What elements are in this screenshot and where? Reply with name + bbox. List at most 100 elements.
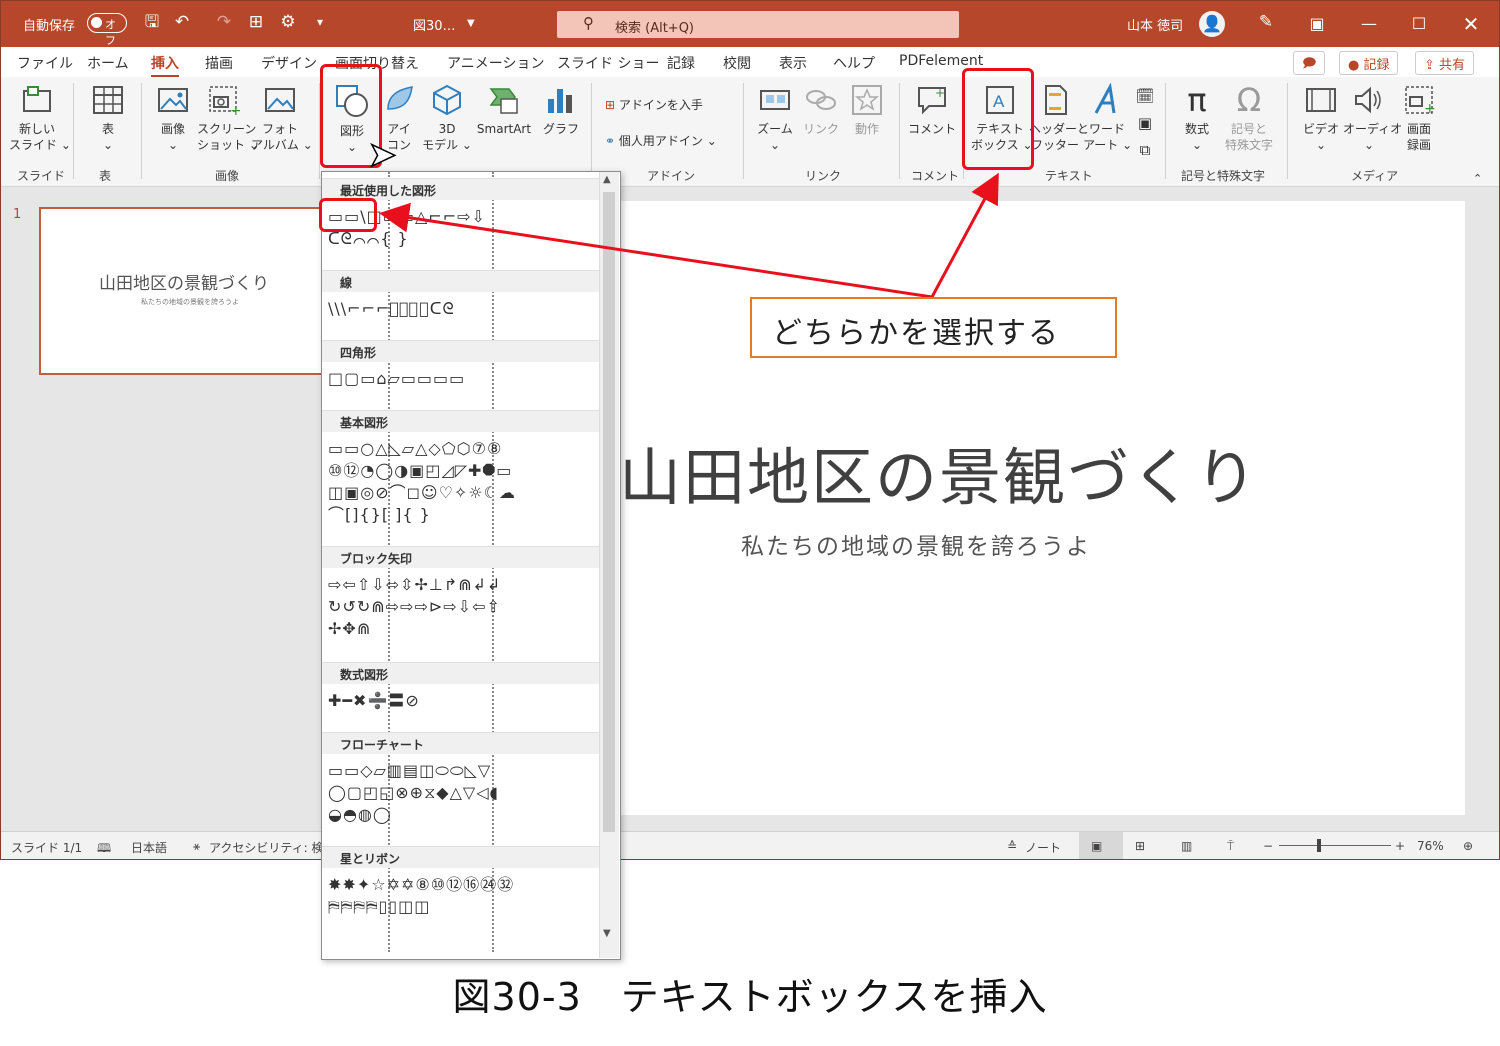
tab-record[interactable]: 記録 bbox=[667, 53, 695, 73]
group-divider bbox=[743, 83, 744, 179]
scroll-down-icon[interactable]: ▼ bbox=[603, 928, 611, 939]
slide-canvas[interactable]: 山田地区の景観づくり 私たちの地域の景観を誇ろうよ bbox=[607, 201, 1465, 815]
tab-draw[interactable]: 描画 bbox=[205, 53, 233, 73]
screenshot-button[interactable]: + スクリーン ショット ⌄ bbox=[197, 83, 259, 153]
present-icon[interactable]: ⊞ bbox=[245, 11, 267, 33]
slide-sorter-icon[interactable]: ⊞ bbox=[1135, 839, 1145, 853]
redo-icon[interactable]: ↷ bbox=[213, 11, 235, 33]
spellcheck-icon[interactable]: 🕮 bbox=[97, 839, 111, 859]
slide-number-icon[interactable]: ▣ bbox=[1135, 110, 1155, 137]
smartart-icon bbox=[489, 88, 518, 114]
pen-icon[interactable]: ✎ bbox=[1255, 11, 1277, 33]
pi-icon: π bbox=[1187, 81, 1207, 119]
shape-row[interactable]: ✸✸✦☆✡✡⑧⑩⑫⑯㉔㉜ bbox=[328, 874, 514, 896]
tab-help[interactable]: ヘルプ bbox=[833, 53, 875, 73]
minimize-icon[interactable]: — bbox=[1349, 9, 1389, 39]
undo-icon[interactable]: ↶ bbox=[171, 11, 193, 33]
tab-review[interactable]: 校閲 bbox=[723, 53, 751, 73]
zoom-button[interactable]: ズーム ⌄ bbox=[753, 83, 797, 153]
slideshow-icon[interactable]: ⍑ bbox=[1227, 839, 1234, 854]
get-addins-button[interactable]: ⊞ アドインを入手 bbox=[605, 97, 703, 113]
zoom-slider-thumb[interactable] bbox=[1317, 839, 1321, 852]
shape-row[interactable]: ▭▭○△◺▱△◇⬠⬡⑦⑧ bbox=[328, 438, 502, 460]
zoom-in-icon[interactable]: + bbox=[1395, 839, 1405, 853]
shape-row[interactable]: ✚━✖➗〓⊘ bbox=[328, 690, 420, 712]
zoom-level[interactable]: 76% bbox=[1417, 839, 1444, 853]
tab-view[interactable]: 表示 bbox=[779, 53, 807, 73]
shape-row[interactable]: ⑩⑫◔◯◑▣◰◿◸✚⯃▭ bbox=[328, 460, 512, 482]
shape-row[interactable]: ▭▭◇▱▥▤◫⬭⬭◺▽ bbox=[328, 760, 491, 782]
scroll-up-icon[interactable]: ▲ bbox=[603, 174, 611, 185]
comment-button[interactable]: + コメント bbox=[907, 83, 957, 137]
shape-row[interactable]: ◫▣◎⊘⌒◻☺♡✧☼☾☁ bbox=[328, 482, 516, 504]
autosave-toggle[interactable]: オフ bbox=[87, 13, 127, 47]
audio-button[interactable]: オーディオ ⌄ bbox=[1343, 83, 1402, 153]
qat-more-icon[interactable]: ▾ bbox=[309, 11, 331, 33]
zoom-out-icon[interactable]: − bbox=[1263, 839, 1273, 853]
shape-row[interactable]: □▢▭⌂▱▭▭▭▭ bbox=[328, 368, 465, 390]
collapse-ribbon-icon[interactable]: ⌃ bbox=[1473, 171, 1482, 187]
share-button[interactable]: ⇪ 共有 bbox=[1415, 51, 1475, 75]
fit-slide-icon[interactable]: ⊕ bbox=[1463, 839, 1473, 853]
tab-pdfelement[interactable]: PDFelement bbox=[899, 53, 983, 69]
user-name[interactable]: 山本 徳司 bbox=[1127, 15, 1183, 34]
language[interactable]: 日本語 bbox=[131, 839, 167, 856]
slide-thumbnail[interactable]: 山田地区の景観づくり 私たちの地域の景観を誇ろうよ bbox=[39, 207, 339, 375]
shape-row[interactable]: ⇨⇦⇧⇩⬄⇳✢⊥↱⋒↲↲ bbox=[328, 574, 501, 596]
shape-row[interactable]: ↻↺↻⋒⇨⇨⇨⊳⇨⇩⇦⇧ bbox=[328, 596, 501, 618]
zoom-slider[interactable] bbox=[1279, 845, 1391, 846]
screen-record-button[interactable]: + 画面 録画 bbox=[1397, 83, 1441, 153]
tab-home[interactable]: ホーム bbox=[87, 53, 129, 73]
filename-dropdown-icon[interactable]: ▼ bbox=[467, 18, 475, 29]
save-icon[interactable]: 🖫 bbox=[141, 11, 163, 33]
smartart-button[interactable]: SmartArt bbox=[473, 83, 535, 137]
tab-file[interactable]: ファイル bbox=[17, 53, 73, 73]
vertical-scrollbar[interactable] bbox=[1471, 201, 1491, 815]
ribbon-display-icon[interactable]: ▣ bbox=[1297, 9, 1337, 39]
object-icon[interactable]: ⧉ bbox=[1135, 137, 1155, 164]
tab-slideshow[interactable]: スライド ショー bbox=[557, 53, 659, 73]
header-footer-icon bbox=[1045, 85, 1067, 115]
video-button[interactable]: ビデオ ⌄ bbox=[1299, 83, 1343, 153]
chart-button[interactable]: グラフ bbox=[541, 83, 581, 137]
accessibility-status[interactable]: アクセシビリティ: 検討 bbox=[209, 839, 336, 856]
my-addins-button[interactable]: ⚭ 個人用アドイン ⌄ bbox=[605, 133, 717, 149]
file-name[interactable]: 図30… bbox=[413, 15, 456, 34]
notes-button[interactable]: ノート bbox=[1025, 839, 1061, 856]
search-box[interactable]: ⚲ 検索 (Alt+Q) bbox=[557, 11, 959, 38]
header-footer-button[interactable]: ヘッダーと フッター bbox=[1029, 83, 1089, 153]
slide-subtitle[interactable]: 私たちの地域の景観を誇ろうよ bbox=[741, 527, 1091, 561]
group-links: リンク bbox=[805, 169, 842, 183]
record-button[interactable]: ● 記録 bbox=[1339, 51, 1399, 75]
wordart-button[interactable]: ワード アート ⌄ bbox=[1083, 83, 1132, 153]
action-button[interactable]: 動作 bbox=[847, 83, 887, 137]
slide-title[interactable]: 山田地区の景観づくり bbox=[619, 427, 1259, 517]
tab-animations[interactable]: アニメーション bbox=[447, 53, 544, 73]
customize-icon[interactable]: ⚙ bbox=[277, 11, 299, 33]
close-icon[interactable]: ✕ bbox=[1451, 9, 1491, 39]
shape-row[interactable]: ◒◓◍◯ bbox=[328, 804, 392, 826]
comments-button[interactable]: 🗩 bbox=[1293, 51, 1326, 75]
equation-button[interactable]: π 数式 ⌄ bbox=[1175, 83, 1219, 153]
gallery-scrollbar-thumb[interactable] bbox=[603, 192, 615, 832]
tab-design[interactable]: デザイン bbox=[261, 53, 317, 73]
photo-album-button[interactable]: フォト アルバム ⌄ bbox=[251, 83, 313, 153]
reading-view-icon[interactable]: ▥ bbox=[1181, 839, 1192, 853]
text-more-buttons[interactable]: 🗓 ▣ ⧉ bbox=[1135, 83, 1155, 164]
link-button[interactable]: リンク bbox=[801, 83, 841, 137]
shape-row[interactable]: ✢✥⋒ bbox=[328, 618, 371, 640]
tab-insert[interactable]: 挿入 bbox=[151, 53, 179, 78]
image-button[interactable]: 画像 ⌄ bbox=[151, 83, 195, 153]
shape-row[interactable]: \\\⌐⌐⌐ﾞﾞﾞ⌒ᑕᘓ bbox=[328, 298, 455, 320]
user-avatar-icon[interactable]: 👤 bbox=[1199, 11, 1225, 37]
shape-row[interactable]: ⌒[]{}[ ]{ } bbox=[328, 504, 431, 526]
symbol-button[interactable]: Ω 記号と 特殊文字 bbox=[1221, 83, 1277, 153]
date-time-icon[interactable]: 🗓 bbox=[1135, 83, 1155, 110]
shape-row[interactable]: ◯▢◰◱⊗⊕⧖◆△▽◁◖ bbox=[328, 782, 499, 804]
normal-view-icon[interactable]: ▣ bbox=[1091, 839, 1102, 853]
new-slide-button[interactable]: 新しい スライド ⌄ bbox=[9, 83, 71, 153]
table-button[interactable]: 表 ⌄ bbox=[85, 83, 131, 153]
3d-model-button[interactable]: 3D モデル ⌄ bbox=[421, 83, 473, 153]
shape-row[interactable]: ⛿⛿⛿⛿▯▯◫◫ bbox=[328, 896, 430, 918]
maximize-icon[interactable]: ☐ bbox=[1399, 9, 1439, 39]
